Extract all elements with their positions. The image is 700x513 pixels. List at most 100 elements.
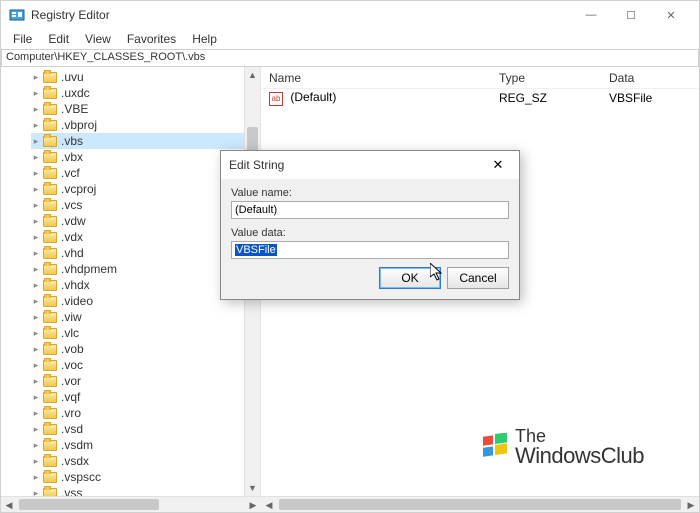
menu-favorites[interactable]: Favorites [119, 30, 184, 48]
tree-item-label: .vdw [61, 213, 86, 229]
expander-icon[interactable]: ▸ [31, 293, 41, 309]
tree-item[interactable]: ▸.vbx [31, 149, 244, 165]
expander-icon[interactable]: ▸ [31, 469, 41, 485]
tree-item[interactable]: ▸.vor [31, 373, 244, 389]
tree-item[interactable]: ▸.vsdm [31, 437, 244, 453]
expander-icon[interactable]: ▸ [31, 437, 41, 453]
expander-icon[interactable]: ▸ [31, 85, 41, 101]
list-row[interactable]: ab (Default) REG_SZ VBSFile [261, 89, 699, 107]
expander-icon[interactable]: ▸ [31, 101, 41, 117]
dialog-close-button[interactable]: ✕ [485, 155, 511, 175]
expander-icon[interactable]: ▸ [31, 277, 41, 293]
expander-icon[interactable]: ▸ [31, 309, 41, 325]
tree-item[interactable]: ▸.vcf [31, 165, 244, 181]
close-button[interactable]: ✕ [651, 1, 691, 29]
tree-item[interactable]: ▸.vbproj [31, 117, 244, 133]
dialog-titlebar[interactable]: Edit String ✕ [221, 151, 519, 179]
folder-icon [43, 488, 57, 497]
list-scrollbar-h-thumb[interactable] [279, 499, 681, 510]
tree-item[interactable]: ▸.vqf [31, 389, 244, 405]
tree-item[interactable]: ▸.vspscc [31, 469, 244, 485]
column-data[interactable]: Data [601, 71, 699, 85]
expander-icon[interactable]: ▸ [31, 117, 41, 133]
expander-icon[interactable]: ▸ [31, 133, 41, 149]
tree-item[interactable]: ▸.video [31, 293, 244, 309]
expander-icon[interactable]: ▸ [31, 485, 41, 496]
tree-item-label: .vob [61, 341, 84, 357]
tree-item[interactable]: ▸.vcs [31, 197, 244, 213]
tree-scrollbar-horizontal[interactable]: ◀ ▶ [1, 496, 261, 512]
column-type[interactable]: Type [491, 71, 601, 85]
expander-icon[interactable]: ▸ [31, 149, 41, 165]
expander-icon[interactable]: ▸ [31, 181, 41, 197]
list-scrollbar-horizontal[interactable]: ◀ ▶ [261, 496, 699, 512]
expander-icon[interactable]: ▸ [31, 357, 41, 373]
cancel-button[interactable]: Cancel [447, 267, 509, 289]
value-data-label: Value data: [231, 227, 509, 239]
menu-view[interactable]: View [77, 30, 119, 48]
tree-item[interactable]: ▸.vhdx [31, 277, 244, 293]
scroll-left-icon[interactable]: ◀ [261, 497, 277, 513]
tree-item[interactable]: ▸ .uxdc [31, 85, 244, 101]
tree-item[interactable]: ▸.vss [31, 485, 244, 496]
folder-icon [43, 456, 57, 467]
folder-icon [43, 296, 57, 307]
expander-icon[interactable]: ▸ [31, 229, 41, 245]
scroll-left-icon[interactable]: ◀ [1, 497, 17, 513]
expander-icon[interactable]: ▸ [31, 373, 41, 389]
tree-list[interactable]: ▸.uvu▸.uxdc▸.VBE▸.vbproj▸.vbs▸.vbx▸.vcf▸… [1, 67, 244, 496]
tree-item-label: .VBE [61, 101, 88, 117]
scroll-right-icon[interactable]: ▶ [683, 497, 699, 513]
tree-item[interactable]: ▸ .vob [31, 341, 244, 357]
tree-item[interactable]: ▸.vbs [31, 133, 244, 149]
expander-icon[interactable]: ▸ [31, 261, 41, 277]
folder-icon [43, 120, 57, 131]
scroll-right-icon[interactable]: ▶ [245, 497, 261, 513]
folder-icon [43, 424, 57, 435]
folder-icon [43, 408, 57, 419]
scroll-up-icon[interactable]: ▲ [245, 67, 260, 83]
expander-icon[interactable]: ▸ [31, 453, 41, 469]
expander-icon[interactable]: ▸ [31, 213, 41, 229]
tree-item-label: .uxdc [61, 85, 90, 101]
expander-icon[interactable]: ▸ [31, 389, 41, 405]
value-name-input[interactable]: (Default) [231, 201, 509, 219]
tree-item[interactable]: ▸.vcproj [31, 181, 244, 197]
expander-icon[interactable]: ▸ [31, 69, 41, 85]
expander-icon[interactable]: ▸ [31, 165, 41, 181]
expander-icon[interactable]: ▸ [31, 341, 41, 357]
column-name[interactable]: Name [261, 71, 491, 85]
ok-button[interactable]: OK [379, 267, 441, 289]
minimize-button[interactable]: — [571, 1, 611, 29]
tree-item[interactable]: ▸.vhdpmem [31, 261, 244, 277]
expander-icon[interactable]: ▸ [31, 197, 41, 213]
folder-icon [43, 376, 57, 387]
expander-icon[interactable]: ▸ [31, 421, 41, 437]
tree-item[interactable]: ▸.viw [31, 309, 244, 325]
tree-scrollbar-h-thumb[interactable] [19, 499, 159, 510]
address-bar[interactable]: Computer\HKEY_CLASSES_ROOT\.vbs [1, 49, 699, 67]
tree-item[interactable]: ▸ .VBE [31, 101, 244, 117]
expander-icon[interactable]: ▸ [31, 325, 41, 341]
tree-item[interactable]: ▸ .vro [31, 405, 244, 421]
scroll-down-icon[interactable]: ▼ [245, 480, 260, 496]
tree-item[interactable]: ▸.vdx [31, 229, 244, 245]
titlebar[interactable]: Registry Editor — ☐ ✕ [1, 1, 699, 29]
menu-edit[interactable]: Edit [40, 30, 77, 48]
expander-icon[interactable]: ▸ [31, 405, 41, 421]
maximize-button[interactable]: ☐ [611, 1, 651, 29]
tree-item[interactable]: ▸.vsd [31, 421, 244, 437]
tree-item[interactable]: ▸.uvu [31, 69, 244, 85]
tree-item[interactable]: ▸ .vdw [31, 213, 244, 229]
watermark: The WindowsClub [481, 427, 644, 467]
value-data-input[interactable]: VBSFile [231, 241, 509, 259]
menu-help[interactable]: Help [184, 30, 225, 48]
tree-item[interactable]: ▸.vhd [31, 245, 244, 261]
tree-item[interactable]: ▸.vsdx [31, 453, 244, 469]
expander-icon[interactable]: ▸ [31, 245, 41, 261]
folder-icon [43, 280, 57, 291]
menu-file[interactable]: File [5, 30, 40, 48]
tree-item[interactable]: ▸.voc [31, 357, 244, 373]
tree-item-label: .vro [61, 405, 81, 421]
tree-item[interactable]: ▸.vlc [31, 325, 244, 341]
